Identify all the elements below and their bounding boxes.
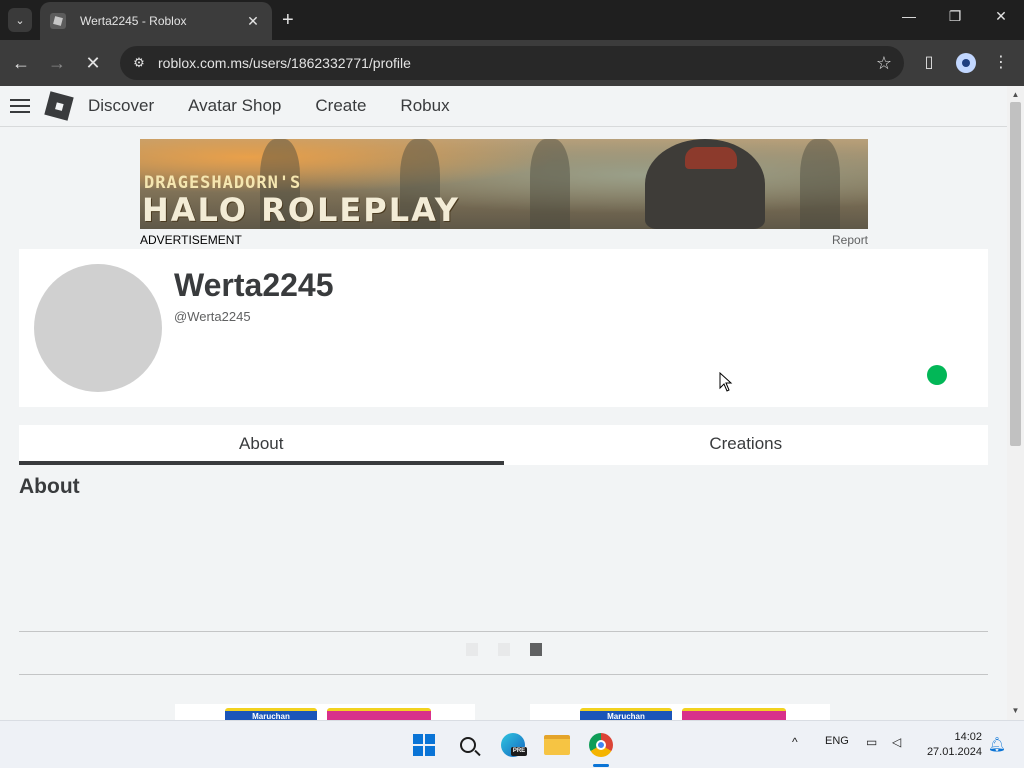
roblox-header: Discover Avatar Shop Create Robux <box>0 86 1007 127</box>
menu-icon[interactable]: ⋮ <box>990 52 1012 74</box>
maximize-button[interactable]: ❐ <box>940 8 970 25</box>
bottom-ad-right[interactable]: Maruchan <box>530 704 830 720</box>
section-divider <box>19 674 988 675</box>
tab-about[interactable]: About <box>19 425 504 465</box>
nav-discover[interactable]: Discover <box>88 96 154 116</box>
back-button[interactable]: ← <box>8 50 34 76</box>
bottom-ad-left[interactable]: Maruchan <box>175 704 475 720</box>
clock-time: 14:02 <box>954 731 982 743</box>
windows-taskbar: PRE ^ ENG ▭ ◁ 14:02 27.01.2024 🔔︎ <box>0 720 1024 768</box>
page-scrollbar[interactable]: ▲ ▼ <box>1007 86 1024 720</box>
profile-tabs: About Creations <box>19 425 988 465</box>
carousel-dots <box>466 643 542 656</box>
scroll-down-arrow-icon[interactable]: ▼ <box>1007 704 1024 718</box>
minimize-button[interactable]: — <box>894 8 924 24</box>
avatar[interactable] <box>34 264 162 392</box>
report-ad-link[interactable]: Report <box>832 233 868 247</box>
windows-start-icon[interactable] <box>409 730 439 760</box>
system-clock[interactable]: 14:02 27.01.2024 <box>918 730 982 760</box>
online-status-indicator <box>927 365 947 385</box>
display-name: Werta2245 <box>174 267 334 303</box>
roblox-logo-icon[interactable] <box>44 91 74 121</box>
hamburger-menu-icon[interactable] <box>10 95 30 117</box>
profile-header-card: Werta2245 @Werta2245 <box>19 249 988 407</box>
network-icon[interactable]: ▭ <box>866 735 877 749</box>
forward-button[interactable]: → <box>44 50 70 76</box>
stop-loading-button[interactable]: ✕ <box>80 50 106 76</box>
active-app-indicator <box>593 764 609 767</box>
bookmark-star-icon[interactable]: ☆ <box>864 53 904 74</box>
ad-subtitle: DRAGESHADORN'S <box>144 173 302 193</box>
close-window-button[interactable]: ✕ <box>986 8 1016 25</box>
ad-title: HALO ROLEPLAY <box>142 191 460 229</box>
search-icon[interactable] <box>453 730 483 760</box>
nav-create[interactable]: Create <box>315 96 366 116</box>
side-panel-icon[interactable]: ▯ <box>918 52 940 74</box>
tab-search-button[interactable]: ⌄ <box>8 8 32 32</box>
new-tab-button[interactable]: + <box>282 8 294 32</box>
page-viewport: Discover Avatar Shop Create Robux DRAGES… <box>0 86 1024 720</box>
roblox-favicon-icon <box>50 13 66 29</box>
url-text[interactable]: roblox.com.ms/users/1862332771/profile <box>158 55 864 71</box>
address-bar[interactable]: ⚙ roblox.com.ms/users/1862332771/profile… <box>120 46 904 80</box>
site-info-icon[interactable]: ⚙ <box>124 55 154 71</box>
advertisement-label: ADVERTISEMENT <box>140 233 242 247</box>
notification-bell-icon[interactable]: 🔔︎ <box>988 736 1006 752</box>
mouse-cursor-icon <box>719 372 733 392</box>
browser-tab[interactable]: Werta2245 - Roblox ✕ <box>40 2 272 40</box>
username: @Werta2245 <box>174 309 251 324</box>
carousel-dot[interactable] <box>466 643 478 656</box>
file-explorer-icon[interactable] <box>542 730 572 760</box>
edge-beta-icon[interactable]: PRE <box>498 730 528 760</box>
browser-tab-strip: ⌄ Werta2245 - Roblox ✕ + — ❐ ✕ <box>0 0 1024 40</box>
scroll-up-arrow-icon[interactable]: ▲ <box>1007 88 1024 102</box>
tab-title: Werta2245 - Roblox <box>80 14 187 28</box>
language-indicator[interactable]: ENG <box>825 735 849 747</box>
chrome-icon[interactable] <box>586 730 616 760</box>
section-divider <box>19 631 988 632</box>
browser-toolbar: ← → ✕ ⚙ roblox.com.ms/users/1862332771/p… <box>0 40 1024 86</box>
tab-close-button[interactable]: ✕ <box>244 13 262 30</box>
ad-banner[interactable]: DRAGESHADORN'S HALO ROLEPLAY <box>140 139 868 229</box>
scrollbar-thumb[interactable] <box>1010 102 1021 446</box>
nav-robux[interactable]: Robux <box>400 96 449 116</box>
profile-icon[interactable] <box>956 53 976 73</box>
carousel-dot[interactable] <box>498 643 510 656</box>
about-heading: About <box>19 475 80 498</box>
tab-creations[interactable]: Creations <box>504 425 989 465</box>
show-hidden-icons-chevron-icon[interactable]: ^ <box>792 735 798 749</box>
carousel-dot-active[interactable] <box>530 643 542 656</box>
volume-muted-icon[interactable]: ◁ <box>892 735 901 749</box>
nav-avatar-shop[interactable]: Avatar Shop <box>188 96 281 116</box>
clock-date: 27.01.2024 <box>926 746 982 758</box>
